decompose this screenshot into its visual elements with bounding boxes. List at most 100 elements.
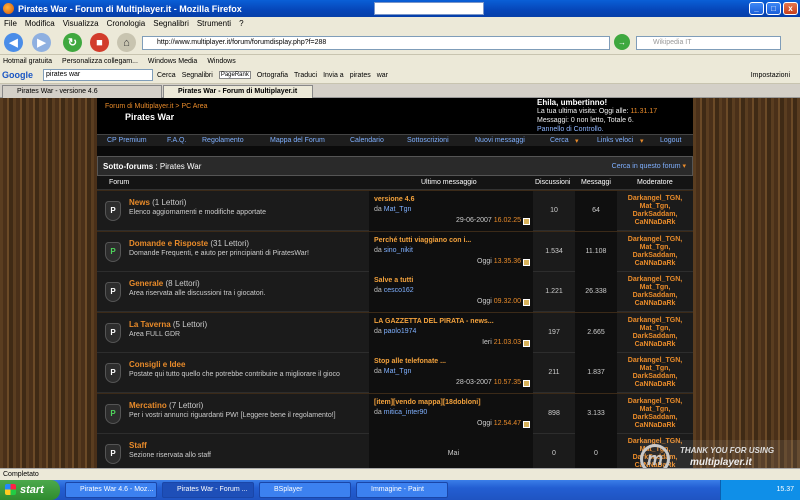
menu-segnalibri[interactable]: Segnalibri (153, 19, 189, 28)
forum-name[interactable]: Staff (129, 441, 147, 450)
search-in-forum-label[interactable]: Cerca in questo forum (612, 163, 681, 170)
moderators-list[interactable]: Darkangel_TGN, Mat_Tgn, DarkSaddam, CaNN… (619, 317, 691, 349)
moderators-list[interactable]: Darkangel_TGN, Mat_Tgn, DarkSaddam, CaNN… (619, 276, 691, 308)
google-highlight-pirates[interactable]: pirates (350, 72, 371, 79)
google-highlight-war[interactable]: war (377, 72, 388, 79)
go-to-last-post-icon[interactable] (523, 380, 530, 387)
taskbar-item-firefox-46[interactable]: Pirates War 4.6 - Moz... (65, 482, 157, 498)
last-post-title[interactable]: LA GAZZETTA DEL PIRATA - news... (374, 318, 494, 325)
nav-regolamento[interactable]: Regolamento (202, 137, 244, 144)
search-input[interactable]: Wikipedia IT (636, 36, 781, 50)
tab-pirates-war-46[interactable]: Pirates War - versione 4.6 (2, 85, 162, 98)
nav-nuovi-messaggi[interactable]: Nuovi messaggi (475, 137, 525, 144)
bookmark-windows[interactable]: Windows (207, 58, 235, 65)
table-row[interactable]: P La Taverna (5 Lettori) Area FULL GDR LA G… (97, 312, 693, 353)
table-row[interactable]: P Consigli e Idee Postate qui tutto quell… (97, 353, 693, 393)
table-row[interactable]: P Domande e Risposte (31 Lettori) Domande … (97, 231, 693, 272)
last-post-title[interactable]: [item][vendo mappa][18dobloni] (374, 399, 481, 406)
forum-name[interactable]: Mercatino (129, 401, 167, 410)
google-cerca-button[interactable]: Cerca (157, 72, 176, 79)
search-in-forum-link[interactable]: Cerca in questo forum ▾ (612, 162, 686, 170)
moderators-list[interactable]: Darkangel_TGN, Mat_Tgn, DarkSaddam, CaNN… (619, 236, 691, 268)
control-panel-link[interactable]: Pannello di Controllo. (537, 125, 657, 134)
google-ortografia-button[interactable]: Ortografia (257, 72, 288, 79)
forum-name-link[interactable]: La Taverna (5 Lettori) (129, 320, 207, 329)
menu-help[interactable]: ? (239, 19, 243, 28)
forum-name-link[interactable]: Staff (129, 441, 147, 450)
menu-cronologia[interactable]: Cronologia (107, 19, 146, 28)
nav-logout[interactable]: Logout (660, 137, 681, 144)
last-post-title[interactable]: Perché tutti viaggiano con i... (374, 237, 471, 244)
forum-name-link[interactable]: Mercatino (7 Lettori) (129, 401, 203, 410)
home-icon[interactable]: ⌂ (117, 33, 136, 52)
last-post-title[interactable]: versione 4.6 (374, 196, 414, 203)
chevron-down-icon[interactable]: ▾ (575, 137, 579, 145)
forum-name[interactable]: La Taverna (129, 320, 171, 329)
nav-calendario[interactable]: Calendario (350, 137, 384, 144)
nav-faq[interactable]: F.A.Q. (167, 137, 186, 144)
breadcrumb[interactable]: Forum di Multiplayer.it > PC Area (105, 103, 208, 110)
last-post-author[interactable]: Mat_Tgn (384, 206, 412, 213)
go-to-last-post-icon[interactable] (523, 258, 530, 266)
nav-links-veloci[interactable]: Links veloci (597, 137, 633, 144)
chevron-down-icon[interactable]: ▾ (640, 137, 644, 145)
close-button[interactable]: x (783, 2, 798, 15)
forum-name-link[interactable]: Domande e Risposte (31 Lettori) (129, 239, 249, 248)
google-invia-button[interactable]: Invia a (323, 72, 344, 79)
forum-name[interactable]: Domande e Risposte (129, 239, 208, 248)
taskbar-item-firefox-forum[interactable]: Pirates War - Forum ... (162, 482, 254, 498)
last-post-author[interactable]: sino_nikit (384, 247, 413, 254)
google-traduci-button[interactable]: Traduci (294, 72, 317, 79)
messages-link[interactable]: Messaggi: 0 non letto, Totale 6. (537, 116, 657, 125)
nav-sottoscrizioni[interactable]: Sottoscrizioni (407, 137, 449, 144)
bookmark-hotmail[interactable]: Hotmail gratuita (3, 58, 52, 65)
moderators-list[interactable]: Darkangel_TGN, Mat_Tgn, DarkSaddam, CaNN… (619, 357, 691, 389)
nav-cerca[interactable]: Cerca (550, 137, 569, 144)
forward-icon[interactable]: ▶ (32, 33, 51, 52)
bookmark-personalizza[interactable]: Personalizza collegam... (62, 58, 138, 65)
go-to-last-post-icon[interactable] (523, 339, 530, 347)
stop-icon[interactable]: ■ (90, 33, 109, 52)
tab-pirates-war-forum[interactable]: Pirates War - Forum di Multiplayer.it (163, 85, 313, 98)
last-post-author[interactable]: cesco162 (384, 287, 414, 294)
menu-strumenti[interactable]: Strumenti (197, 19, 231, 28)
last-post-author[interactable]: paolo1974 (384, 328, 417, 335)
moderators-list[interactable]: Darkangel_TGN, Mat_Tgn, DarkSaddam, CaNN… (619, 398, 691, 430)
last-post-title[interactable]: Stop alle telefonate ... (374, 358, 446, 365)
forum-name-link[interactable]: Generale (8 Lettori) (129, 279, 200, 288)
go-to-last-post-icon[interactable] (523, 299, 530, 306)
taskbar-item-bsplayer[interactable]: BSplayer (259, 482, 351, 498)
forum-name[interactable]: Consigli e Idee (129, 360, 185, 369)
last-post-author[interactable]: Mat_Tgn (384, 368, 412, 375)
google-segnalibri-button[interactable]: Segnalibri (182, 72, 213, 79)
maximize-button[interactable]: □ (766, 2, 781, 15)
last-post-author[interactable]: mitica_inter90 (384, 409, 428, 416)
table-row[interactable]: P Staff Sezione riservata allo staff Mai 0 0… (97, 434, 693, 468)
menu-modifica[interactable]: Modifica (25, 19, 55, 28)
back-icon[interactable]: ◀ (4, 33, 23, 52)
last-post-title[interactable]: Salve a tutti (374, 277, 413, 284)
google-impostazioni-button[interactable]: Impostazioni (751, 72, 790, 79)
minimize-button[interactable]: _ (749, 2, 764, 15)
menu-file[interactable]: File (4, 19, 17, 28)
forum-name-link[interactable]: Consigli e Idee (129, 360, 185, 369)
google-search-input[interactable]: pirates war (43, 69, 153, 81)
go-to-last-post-icon[interactable] (523, 218, 530, 225)
nav-mappa-forum[interactable]: Mappa del Forum (270, 137, 325, 144)
menu-visualizza[interactable]: Visualizza (63, 19, 99, 28)
table-row[interactable]: P News (1 Lettori) Elenco aggiornamenti e … (97, 191, 693, 231)
forum-name[interactable]: News (129, 198, 150, 207)
reload-icon[interactable]: ↻ (63, 33, 82, 52)
table-row[interactable]: P Mercatino (7 Lettori) Per i vostri annun… (97, 393, 693, 434)
forum-name-link[interactable]: News (1 Lettori) (129, 198, 186, 207)
address-bar[interactable]: http://www.multiplayer.it/forum/forumdis… (142, 36, 610, 50)
title-searchbox[interactable] (374, 2, 484, 15)
table-row[interactable]: P Generale (8 Lettori) Area riservata alle… (97, 272, 693, 312)
bookmark-windows-media[interactable]: Windows Media (148, 58, 197, 65)
start-button[interactable]: start (0, 480, 60, 500)
moderators-list[interactable]: Darkangel_TGN, Mat_Tgn, DarkSaddam, CaNN… (619, 195, 691, 227)
taskbar-item-paint[interactable]: Immagine - Paint (356, 482, 448, 498)
nav-cp-premium[interactable]: CP Premium (107, 137, 147, 144)
go-icon[interactable]: → (614, 34, 630, 50)
forum-name[interactable]: Generale (129, 279, 163, 288)
